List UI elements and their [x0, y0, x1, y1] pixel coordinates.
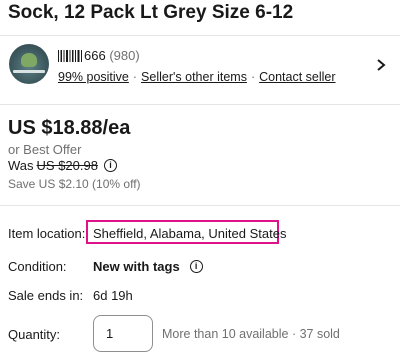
was-price: US $20.98	[36, 158, 98, 173]
sale-ends-label: Sale ends in:	[8, 288, 84, 303]
separator-dot: ·	[132, 70, 138, 84]
contact-seller-link[interactable]: Contact seller	[259, 70, 335, 84]
item-title: Sock, 12 Pack Lt Grey Size 6-12	[8, 2, 294, 23]
divider	[0, 205, 400, 206]
quantity-label: Quantity:	[8, 327, 61, 342]
seller-feedback-count: (980)	[109, 48, 140, 63]
availability-text: More than 10 available · 37 sold	[162, 327, 340, 341]
quantity-input[interactable]: 1	[93, 315, 153, 352]
seller-name-row[interactable]: 666 (980)	[58, 48, 140, 63]
seller-name-masked-icon	[58, 50, 82, 62]
avatar-logo-text	[13, 70, 45, 73]
seller-avatar[interactable]	[9, 44, 49, 84]
item-location-value: Sheffield, Alabama, United States	[93, 226, 287, 241]
divider	[0, 104, 400, 105]
was-label: Was	[8, 158, 34, 173]
seller-other-items-link[interactable]: Seller's other items	[141, 70, 247, 84]
info-icon[interactable]: i	[189, 260, 203, 273]
divider	[0, 35, 400, 36]
seller-links: 99% positive · Seller's other items · Contac…	[58, 70, 336, 84]
condition-value: New with tags	[93, 259, 180, 274]
info-icon[interactable]: i	[103, 159, 117, 172]
avatar-tree-graphic	[21, 53, 37, 67]
item-price: US $18.88/ea	[8, 117, 131, 139]
chevron-right-icon[interactable]	[374, 58, 388, 72]
savings-text: Save US $2.10 (10% off)	[8, 177, 141, 191]
sale-ends-value: 6d 19h	[93, 288, 133, 303]
condition-label: Condition:	[8, 259, 67, 274]
positive-feedback-link[interactable]: 99% positive	[58, 70, 129, 84]
separator-dot: ·	[250, 70, 256, 84]
item-location-label: Item location:	[8, 226, 86, 241]
was-price-row: Was US $20.98 i	[8, 158, 117, 173]
best-offer-text: or Best Offer	[8, 142, 82, 157]
seller-name-suffix[interactable]: 666	[84, 48, 106, 63]
